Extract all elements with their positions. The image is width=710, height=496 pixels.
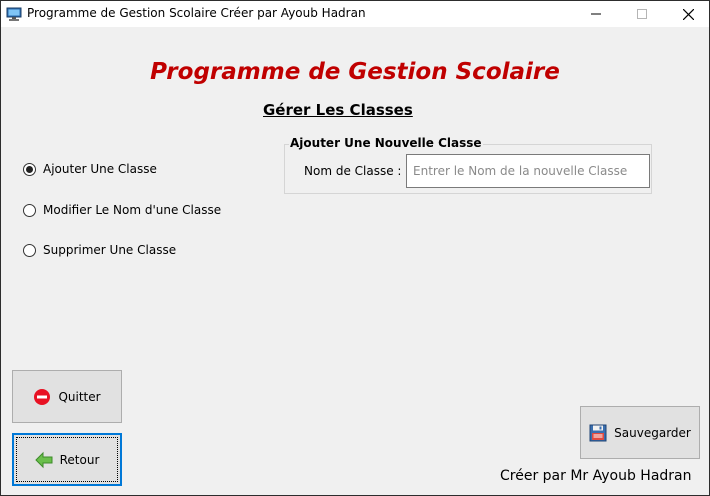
class-name-input[interactable] <box>406 154 650 188</box>
maximize-button[interactable] <box>619 1 665 27</box>
minimize-button[interactable] <box>573 1 619 27</box>
window-title: Programme de Gestion Scolaire Créer par … <box>27 6 366 20</box>
radio-delete-class[interactable]: Supprimer Une Classe <box>23 242 176 258</box>
save-button[interactable]: Sauvegarder <box>580 406 700 459</box>
radio-button[interactable] <box>23 162 36 176</box>
groupbox-title: Ajouter Une Nouvelle Classe <box>289 136 483 150</box>
radio-label: Supprimer Une Classe <box>43 243 177 257</box>
floppy-disk-icon <box>589 424 607 442</box>
title-bar[interactable]: Programme de Gestion Scolaire Créer par … <box>1 1 709 27</box>
save-label: Sauvegarder <box>614 425 691 440</box>
radio-button[interactable] <box>23 243 36 257</box>
back-button[interactable]: Retour <box>12 433 122 486</box>
radio-label: Modifier Le Nom d'une Classe <box>43 203 222 217</box>
quit-button[interactable]: Quitter <box>12 370 122 423</box>
app-title: Programme de Gestion Scolaire <box>150 59 560 85</box>
radio-label: Ajouter Une Classe <box>43 162 157 176</box>
radio-selected-dot <box>26 165 33 173</box>
class-name-label: Nom de Classe : <box>304 164 402 178</box>
main-window: Programme de Gestion Scolaire Créer par … <box>0 0 710 496</box>
quit-label: Quitter <box>58 389 101 404</box>
radio-add-class[interactable]: Ajouter Une Classe <box>23 161 157 177</box>
radio-rename-class[interactable]: Modifier Le Nom d'une Classe <box>23 202 221 218</box>
minimize-icon <box>591 13 601 15</box>
no-entry-icon <box>33 388 51 406</box>
radio-button[interactable] <box>23 203 36 217</box>
close-icon <box>682 8 694 20</box>
close-button[interactable] <box>665 1 710 27</box>
page-subtitle: Gérer Les Classes <box>263 101 413 119</box>
maximize-icon <box>637 9 647 19</box>
monitor-icon <box>6 6 22 22</box>
author-credit: Créer par Mr Ayoub Hadran <box>500 468 692 484</box>
focus-rectangle <box>16 437 118 482</box>
